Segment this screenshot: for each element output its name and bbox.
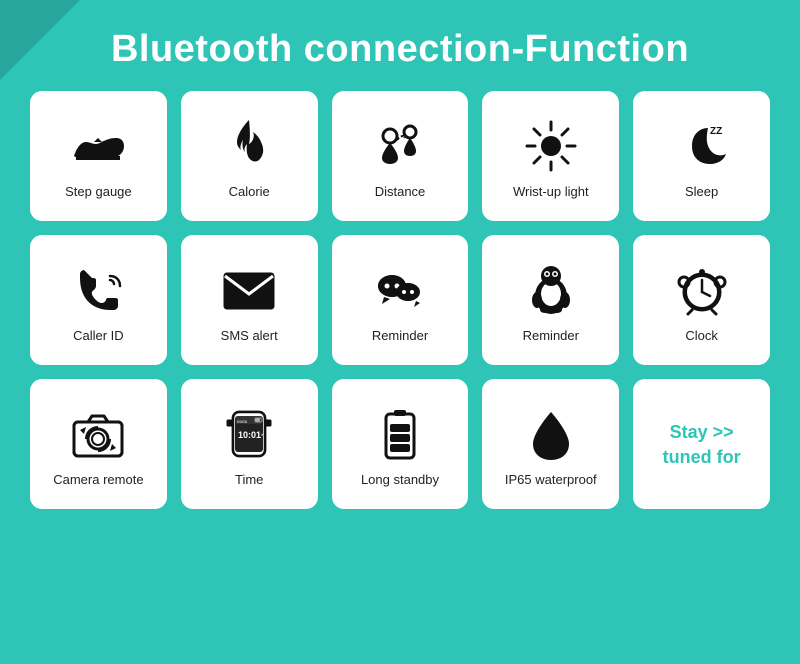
svg-text:ZZ: ZZ [710,126,722,137]
time-label: Time [235,472,263,489]
page-title: Bluetooth connection-Function [0,0,800,91]
long-standby-label: Long standby [361,472,439,489]
battery-icon [368,402,432,466]
caller-id-label: Caller ID [73,328,124,345]
feature-step-gauge: Step gauge [30,91,167,221]
phone-icon [66,258,130,322]
wechat-icon [368,258,432,322]
feature-ip65-waterproof: IP65 waterproof [482,379,619,509]
reminder-wechat-label: Reminder [372,328,428,345]
feature-long-standby: Long standby [332,379,469,509]
ip65-waterproof-label: IP65 waterproof [505,472,597,489]
feature-distance: Distance [332,91,469,221]
feature-time: 09/05 10:01 * Time [181,379,318,509]
feature-caller-id: Caller ID [30,235,167,365]
feature-calorie: Calorie [181,91,318,221]
feature-sms-alert: SMS alert [181,235,318,365]
sms-alert-label: SMS alert [221,328,278,345]
watch-face-icon: 09/05 10:01 * [217,402,281,466]
feature-stay-tuned: Stay >>tuned for [633,379,770,509]
clock-label: Clock [685,328,718,345]
moon-icon: ZZ [670,114,734,178]
svg-text:10:01: 10:01 [238,430,261,440]
camera-remote-label: Camera remote [53,472,143,489]
sun-icon [519,114,583,178]
feature-wrist-up-light: Wrist-up light [482,91,619,221]
feature-reminder-penguin: Reminder [482,235,619,365]
sleep-label: Sleep [685,184,718,201]
features-grid: Step gauge Calorie Distance [0,91,800,529]
camera-icon [66,402,130,466]
envelope-icon [217,258,281,322]
feature-reminder-wechat: Reminder [332,235,469,365]
flame-icon [217,114,281,178]
calorie-label: Calorie [229,184,270,201]
reminder-penguin-label: Reminder [523,328,579,345]
penguin-icon [519,258,583,322]
location-icon [368,114,432,178]
shoe-icon [66,114,130,178]
svg-text:09/05: 09/05 [237,419,248,424]
alarm-clock-icon [670,258,734,322]
stay-tuned-text: Stay >>tuned for [663,420,741,470]
wrist-up-light-label: Wrist-up light [513,184,589,201]
step-gauge-label: Step gauge [65,184,132,201]
feature-camera-remote: Camera remote [30,379,167,509]
water-drop-icon [519,402,583,466]
feature-sleep: ZZ Sleep [633,91,770,221]
distance-label: Distance [375,184,426,201]
feature-clock: Clock [633,235,770,365]
